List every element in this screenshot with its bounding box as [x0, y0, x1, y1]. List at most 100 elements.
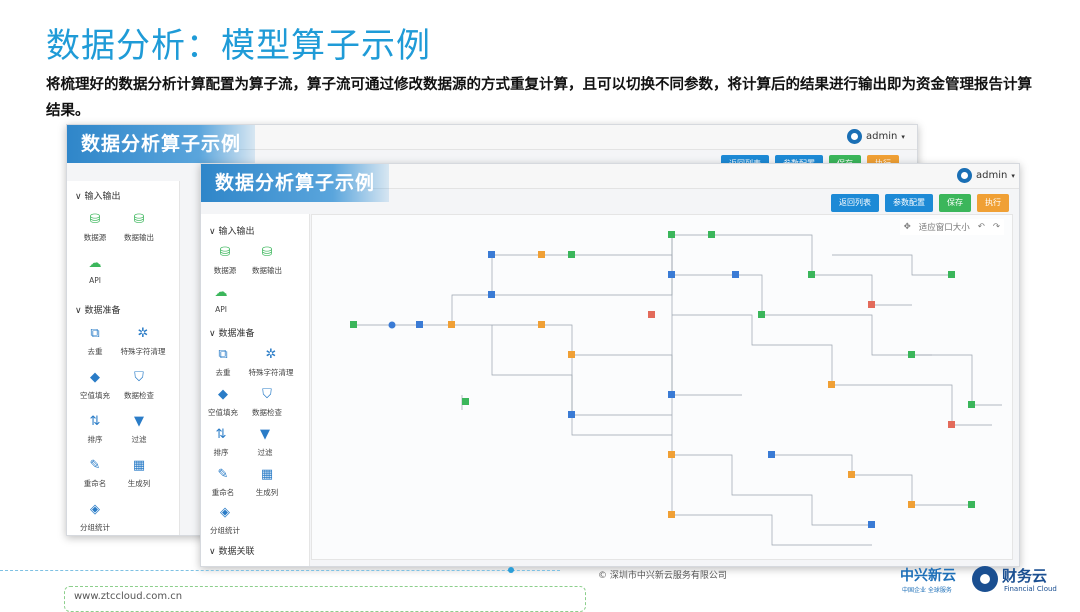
flow-node	[868, 521, 875, 528]
flow-node	[948, 271, 955, 278]
tool-filter[interactable]: ▼ 过滤	[237, 428, 293, 458]
section-io[interactable]: ∨ 输入输出	[201, 220, 262, 241]
flow-node	[868, 301, 875, 308]
flow-node	[568, 351, 575, 358]
tool-data-output[interactable]: ⛁ 数据输出	[111, 213, 167, 243]
front-app-window: 数据分析算子示例 admin ▾ 返回列表 参数配置 保存 执行 ∨ 输入输出 …	[200, 163, 1020, 567]
execute-button[interactable]: 执行	[977, 194, 1009, 212]
flow-node	[568, 411, 575, 418]
brand-logo-icon	[972, 566, 998, 592]
filter-icon: ▼	[260, 427, 270, 442]
database-icon: ⛁	[89, 212, 101, 227]
flow-diagram	[350, 231, 1002, 546]
layers-icon: ◈	[90, 502, 100, 517]
dedupe-icon: ⧉	[218, 347, 228, 362]
filter-icon: ▼	[134, 414, 144, 429]
tool-char-clean[interactable]: ✲ 特殊字符清理	[243, 348, 299, 378]
flow-node	[948, 421, 955, 428]
flow-node	[388, 321, 396, 329]
pinwheel-icon: ✲	[265, 347, 277, 362]
database-icon: ⛁	[219, 245, 231, 260]
grid-icon: ▦	[132, 458, 146, 473]
flow-node	[538, 251, 545, 258]
flow-node	[668, 511, 675, 518]
user-name: admin	[976, 170, 1008, 181]
tool-group-stats[interactable]: ◈ 分组统计	[67, 503, 123, 533]
tool-gen-column[interactable]: ▦ 生成列	[111, 459, 167, 489]
tool-gen-column[interactable]: ▦ 生成列	[239, 468, 295, 498]
chevron-down-icon: ▾	[901, 132, 905, 141]
copyright-text: © 深圳市中兴新云服务有限公司	[598, 571, 727, 581]
paint-bucket-icon: ◆	[218, 387, 228, 402]
flow-node	[668, 271, 675, 278]
section-join[interactable]: ∨ 数据关联	[201, 540, 262, 561]
user-menu[interactable]: admin ▾	[957, 168, 1015, 183]
tool-api[interactable]: ☁ API	[67, 256, 123, 286]
flow-node-source	[350, 321, 357, 328]
footer-divider	[0, 570, 560, 571]
page-description: 将梳理好的数据分析计算配置为算子流，算子流可通过修改数据源的方式重复计算，且可以…	[46, 77, 1032, 119]
flow-node	[668, 451, 675, 458]
section-io[interactable]: ∨ 输入输出	[67, 185, 128, 206]
shield-check-icon: ⛉	[262, 387, 272, 402]
flow-node	[538, 321, 545, 328]
flow-nodes	[350, 231, 975, 528]
flow-node	[668, 391, 675, 398]
flow-node	[808, 271, 815, 278]
app-banner: 数据分析算子示例	[67, 125, 256, 163]
grid-icon: ▦	[260, 467, 274, 482]
user-logo-icon	[847, 129, 862, 144]
paint-bucket-icon: ◆	[90, 370, 100, 385]
sort-icon: ⇅	[215, 427, 227, 442]
pencil-icon: ✎	[89, 458, 101, 473]
tool-group-stats[interactable]: ◈ 分组统计	[201, 505, 253, 536]
footer-dot	[508, 567, 514, 573]
website-link[interactable]: www.ztccloud.com.cn	[74, 591, 182, 602]
user-name: admin	[866, 131, 898, 142]
flow-node	[968, 501, 975, 508]
flow-node	[732, 271, 739, 278]
flow-node	[648, 311, 655, 318]
action-buttons: 返回列表 参数配置 保存 执行	[831, 194, 1009, 212]
user-menu[interactable]: admin ▾	[847, 129, 905, 144]
tool-char-clean[interactable]: ✲ 特殊字符清理	[115, 327, 171, 357]
flow-node	[708, 231, 715, 238]
flow-node	[828, 381, 835, 388]
tool-filter[interactable]: ▼ 过滤	[111, 415, 167, 445]
flow-node	[908, 351, 915, 358]
flow-node	[488, 251, 495, 258]
brand-zhongxing-sub: 中国企业 全球服务	[902, 587, 952, 594]
back-to-list-button[interactable]: 返回列表	[831, 194, 879, 212]
pinwheel-icon: ✲	[137, 326, 149, 341]
flow-edges	[352, 234, 1002, 546]
user-logo-icon	[957, 168, 972, 183]
flow-node	[488, 291, 495, 298]
flow-node	[908, 501, 915, 508]
chevron-down-icon: ▾	[1011, 171, 1015, 180]
flow-node	[968, 401, 975, 408]
tool-data-check[interactable]: ⛉ 数据检查	[239, 388, 295, 418]
operator-sidebar: ∨ 输入输出 ⛁ 数据源 ⛁ 数据输出 ☁ API ∨ 数据准备 ⧉ 去重 ✲ 特殊字符清…	[201, 214, 310, 566]
flow-node	[758, 311, 765, 318]
tool-data-output[interactable]: ⛁ 数据输出	[239, 246, 295, 276]
cloud-icon: ☁	[88, 256, 102, 271]
database-export-icon: ⛁	[261, 245, 273, 260]
database-export-icon: ⛁	[133, 212, 145, 227]
cloud-icon: ☁	[214, 285, 228, 300]
tool-api[interactable]: ☁ API	[201, 285, 249, 315]
flow-node-output	[462, 398, 469, 405]
brand-finance-cloud-sub: Financial Cloud	[1004, 585, 1057, 593]
flow-canvas[interactable]: ✥ 适应窗口大小 ↶ ↷	[311, 214, 1013, 560]
flow-node	[848, 471, 855, 478]
flow-node	[568, 251, 575, 258]
save-button[interactable]: 保存	[939, 194, 971, 212]
brand-finance-cloud: 财务云	[1002, 567, 1048, 585]
flow-node-filter	[416, 321, 423, 328]
app-banner: 数据分析算子示例	[201, 164, 390, 202]
tool-data-check[interactable]: ⛉ 数据检查	[111, 371, 167, 401]
section-prep[interactable]: ∨ 数据准备	[67, 299, 128, 320]
layers-icon: ◈	[220, 505, 230, 520]
page-title: 数据分析：模型算子示例	[46, 26, 431, 66]
param-config-button[interactable]: 参数配置	[885, 194, 933, 212]
section-prep[interactable]: ∨ 数据准备	[201, 322, 262, 343]
